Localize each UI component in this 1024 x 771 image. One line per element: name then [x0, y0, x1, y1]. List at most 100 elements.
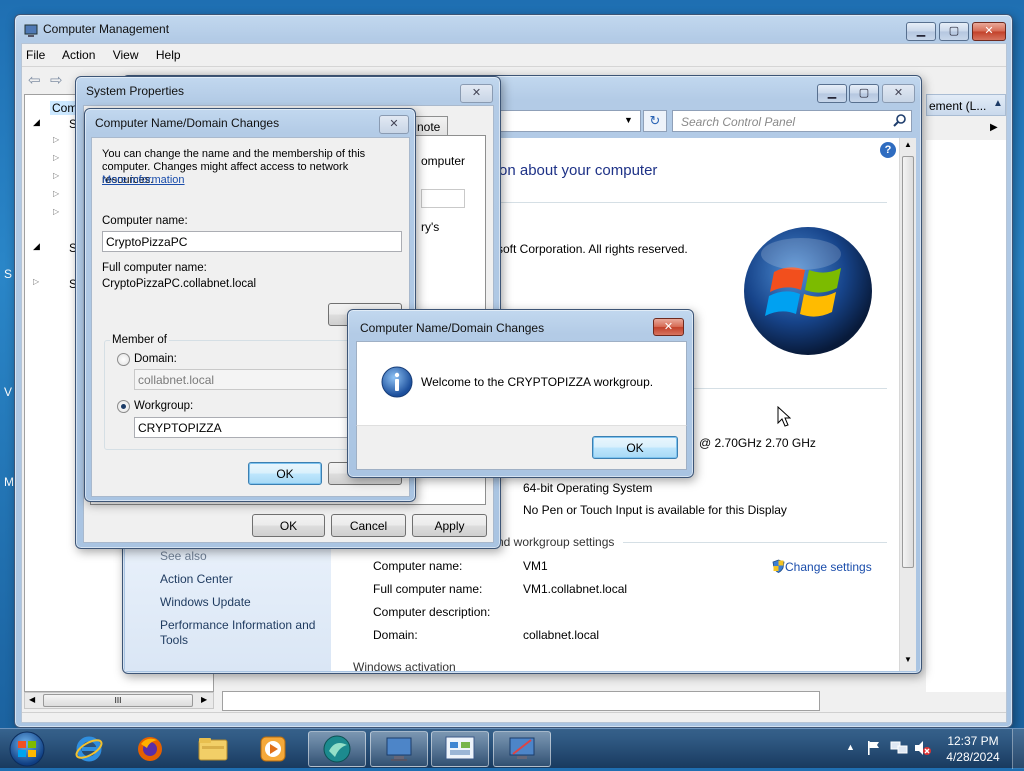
- tab-remote[interactable]: note: [412, 116, 448, 136]
- media-player-icon[interactable]: [244, 731, 302, 767]
- change-settings-link[interactable]: Change settings: [772, 559, 872, 574]
- tab-text-partial: ry's: [421, 220, 440, 234]
- message-area: Welcome to the CRYPTOPIZZA workgroup.: [356, 341, 687, 425]
- maximize-button[interactable]: ▢: [939, 22, 969, 41]
- close-button[interactable]: ✕: [972, 22, 1006, 41]
- domain-label: Domain:: [134, 353, 177, 365]
- cp-row-value: VM1.collabnet.local: [523, 582, 628, 596]
- cp-vscrollbar[interactable]: ▲ ▼: [899, 138, 916, 671]
- message-text: Welcome to the CRYPTOPIZZA workgroup.: [421, 375, 654, 389]
- search-placeholder: Search Control Panel: [681, 115, 796, 129]
- tree-collapsed-icon[interactable]: ▷: [53, 135, 59, 144]
- internet-explorer-icon[interactable]: [60, 731, 118, 767]
- scroll-up-icon[interactable]: ▲: [904, 140, 912, 149]
- desktop-char: S: [4, 267, 13, 281]
- actions-header-label: ement (L...: [929, 99, 987, 113]
- action-center-flag-icon[interactable]: [866, 740, 882, 759]
- cp-row-value: VM1: [523, 559, 548, 573]
- actions-header[interactable]: ement (L... ▲: [926, 94, 1006, 116]
- ok-button[interactable]: OK: [248, 462, 322, 485]
- cp-pen-touch: No Pen or Touch Input is available for t…: [523, 503, 787, 517]
- desktop-char: M: [4, 475, 14, 489]
- tree-expand-icon[interactable]: ◢: [33, 117, 40, 128]
- tree-collapsed-icon[interactable]: ▷: [53, 207, 59, 216]
- forward-arrow-icon[interactable]: ⇨: [50, 71, 63, 89]
- cp-processor: @ 2.70GHz 2.70 GHz: [699, 436, 816, 450]
- cp-row-label: Computer description:: [373, 605, 491, 619]
- hscroll-thumb[interactable]: III: [43, 694, 193, 707]
- cp-heading: on about your computer: [499, 162, 658, 179]
- divider: [623, 542, 887, 543]
- system-properties-taskbar-icon[interactable]: [493, 731, 551, 767]
- menu-bar: File Action View Help: [26, 48, 195, 62]
- domain-radio[interactable]: [117, 353, 130, 366]
- tree-expand-icon[interactable]: ◢: [33, 241, 40, 252]
- scroll-right-icon[interactable]: ▶: [201, 695, 207, 704]
- cp-section-heading: nd workgroup settings: [497, 535, 615, 549]
- tree-collapsed-icon[interactable]: ▷: [53, 171, 59, 180]
- tab-remote-label: note: [417, 120, 441, 134]
- clock-date: 4/28/2024: [946, 750, 1000, 764]
- refresh-button[interactable]: ↻: [643, 110, 667, 132]
- cancel-button[interactable]: Cancel: [331, 514, 406, 537]
- search-icon[interactable]: [893, 113, 907, 130]
- more-information-link[interactable]: More information: [102, 174, 185, 186]
- close-button[interactable]: ✕: [379, 115, 409, 134]
- computer-name-label: Computer name:: [102, 215, 188, 227]
- menu-action[interactable]: Action: [62, 48, 95, 62]
- computer-management-icon: [24, 24, 38, 38]
- actions-pane: [926, 140, 1006, 692]
- cp-row-label: Computer name:: [373, 559, 463, 573]
- minimize-button[interactable]: ▁: [906, 22, 936, 41]
- cp-left-pane: See also Action Center Windows Update Pe…: [125, 536, 331, 671]
- workgroup-radio[interactable]: [117, 400, 130, 413]
- change-settings-label: Change settings: [785, 560, 872, 574]
- windows-explorer-icon[interactable]: [184, 731, 242, 767]
- control-panel-taskbar-icon[interactable]: [431, 731, 489, 767]
- tab-text-partial: omputer: [421, 154, 466, 168]
- dropdown-arrow-icon[interactable]: ▼: [624, 115, 633, 125]
- workgroup-label: Workgroup:: [134, 400, 194, 412]
- link-windows-update[interactable]: Windows Update: [160, 595, 251, 609]
- divider: [499, 202, 887, 203]
- menu-help[interactable]: Help: [156, 48, 181, 62]
- volume-muted-icon[interactable]: [914, 740, 932, 759]
- start-orb-icon[interactable]: [8, 730, 46, 768]
- computer-management-taskbar-icon[interactable]: [370, 731, 428, 767]
- close-button[interactable]: ✕: [460, 84, 493, 103]
- maximize-button[interactable]: ▢: [849, 84, 879, 103]
- ok-button[interactable]: OK: [592, 436, 678, 459]
- cursor-icon: [777, 405, 792, 431]
- scroll-left-icon[interactable]: ◀: [29, 695, 35, 704]
- menu-file[interactable]: File: [26, 48, 45, 62]
- more-actions-arrow-icon[interactable]: ▶: [990, 122, 998, 133]
- link-performance-info[interactable]: Performance Information and Tools: [160, 618, 325, 648]
- close-button[interactable]: ✕: [882, 84, 915, 103]
- cp-row-value: collabnet.local: [523, 628, 600, 642]
- firefox-icon[interactable]: [121, 731, 179, 767]
- unknown-app-icon[interactable]: [308, 731, 366, 767]
- computer-name-input[interactable]: CryptoPizzaPC: [102, 231, 402, 252]
- link-action-center[interactable]: Action Center: [160, 572, 233, 586]
- collapse-arrow-icon[interactable]: ▲: [993, 98, 1003, 109]
- minimize-button[interactable]: ▁: [817, 84, 847, 103]
- show-hidden-icons-icon[interactable]: ▲: [846, 742, 855, 752]
- ok-button[interactable]: OK: [252, 514, 325, 537]
- tree-collapsed-icon[interactable]: ▷: [53, 189, 59, 198]
- menu-view[interactable]: View: [113, 48, 139, 62]
- tree-collapsed-icon[interactable]: ▷: [33, 277, 39, 286]
- status-bar: [22, 712, 1006, 724]
- tree-hscrollbar[interactable]: ◀ III ▶: [24, 692, 214, 709]
- close-button[interactable]: ✕: [653, 318, 684, 336]
- search-input[interactable]: Search Control Panel: [672, 110, 912, 132]
- help-icon[interactable]: ?: [880, 142, 896, 158]
- network-icon[interactable]: [890, 740, 908, 759]
- cp-row-label: Full computer name:: [373, 582, 483, 596]
- scroll-thumb[interactable]: [902, 156, 914, 568]
- apply-button[interactable]: Apply: [412, 514, 487, 537]
- back-arrow-icon[interactable]: ⇦: [28, 71, 41, 89]
- tree-collapsed-icon[interactable]: ▷: [53, 153, 59, 162]
- clock[interactable]: 12:37 PM 4/28/2024: [940, 733, 1006, 765]
- scroll-down-icon[interactable]: ▼: [904, 655, 912, 664]
- show-desktop-button[interactable]: [1012, 729, 1024, 769]
